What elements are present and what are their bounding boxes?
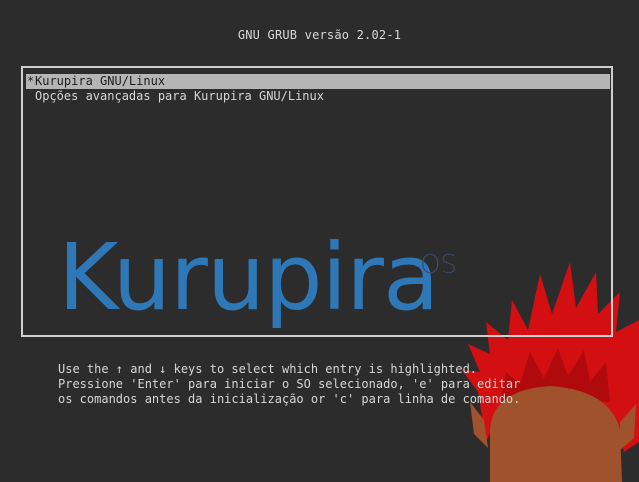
menu-item-label: Opções avançadas para Kurupira GNU/Linux <box>35 89 324 103</box>
page-title: GNU GRUB versão 2.02-1 <box>237 28 402 42</box>
grub-screen: GNU GRUB versão 2.02-1 Kurupira OS *Kuru… <box>0 0 639 482</box>
help-text: Use the ↑ and ↓ keys to select which ent… <box>58 362 520 407</box>
menu-item-kurupira[interactable]: *Kurupira GNU/Linux <box>26 74 610 89</box>
boot-menu: *Kurupira GNU/Linux Opções avançadas par… <box>21 66 613 337</box>
help-line-3: os comandos antes da inicialização or 'c… <box>58 392 521 406</box>
boot-menu-list: *Kurupira GNU/Linux Opções avançadas par… <box>26 74 610 104</box>
help-line-1: Use the ↑ and ↓ keys to select which ent… <box>58 362 478 376</box>
menu-item-label: Kurupira GNU/Linux <box>35 74 166 88</box>
menu-item-advanced-options[interactable]: Opções avançadas para Kurupira GNU/Linux <box>26 89 610 104</box>
selected-marker-icon: * <box>27 74 35 88</box>
help-line-2: Pressione 'Enter' para iniciar o SO sele… <box>58 377 521 391</box>
